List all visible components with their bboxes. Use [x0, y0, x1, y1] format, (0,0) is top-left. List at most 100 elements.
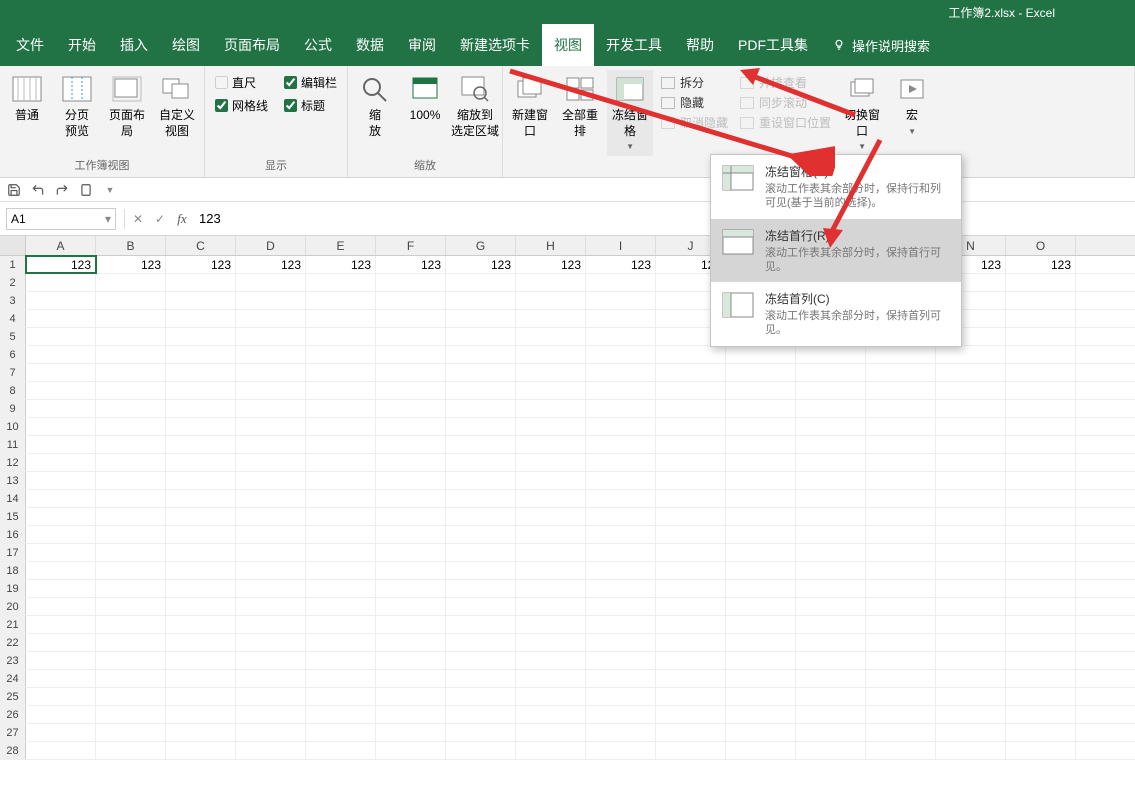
cell[interactable] — [96, 418, 166, 435]
cell[interactable] — [1006, 364, 1076, 381]
cell[interactable] — [726, 688, 796, 705]
cell[interactable] — [96, 580, 166, 597]
cell[interactable] — [376, 310, 446, 327]
row-header[interactable]: 27 — [0, 724, 26, 741]
cell[interactable] — [1006, 706, 1076, 723]
cell[interactable] — [376, 472, 446, 489]
column-header[interactable]: G — [446, 236, 516, 255]
cell[interactable] — [516, 688, 586, 705]
cell[interactable] — [1006, 652, 1076, 669]
cell[interactable] — [726, 742, 796, 759]
cell[interactable] — [306, 670, 376, 687]
cell[interactable] — [586, 346, 656, 363]
cell[interactable] — [936, 418, 1006, 435]
column-header[interactable]: F — [376, 236, 446, 255]
cell[interactable] — [516, 724, 586, 741]
cell[interactable] — [936, 616, 1006, 633]
cell[interactable]: 123 — [26, 256, 96, 273]
tab-new[interactable]: 新建选项卡 — [448, 24, 542, 66]
cell[interactable] — [236, 562, 306, 579]
row-header[interactable]: 1 — [0, 256, 26, 273]
arrange-all-button[interactable]: 全部重排 — [557, 70, 603, 142]
cell[interactable] — [446, 724, 516, 741]
tab-pdf[interactable]: PDF工具集 — [726, 24, 820, 66]
cell[interactable] — [866, 742, 936, 759]
freeze-first-col-item[interactable]: 冻结首列(C) 滚动工作表其余部分时，保持首列可见。 — [711, 282, 961, 346]
cell[interactable] — [236, 598, 306, 615]
cell[interactable] — [96, 598, 166, 615]
cell[interactable]: 123 — [1006, 256, 1076, 273]
cell[interactable] — [866, 346, 936, 363]
cell[interactable] — [516, 418, 586, 435]
cell[interactable] — [166, 490, 236, 507]
cell[interactable] — [26, 508, 96, 525]
cell[interactable] — [726, 526, 796, 543]
cell[interactable] — [446, 436, 516, 453]
row-header[interactable]: 11 — [0, 436, 26, 453]
cell[interactable] — [796, 418, 866, 435]
cell[interactable] — [1006, 436, 1076, 453]
cell[interactable] — [236, 706, 306, 723]
cell[interactable] — [96, 328, 166, 345]
row-header[interactable]: 6 — [0, 346, 26, 363]
cell[interactable] — [1006, 382, 1076, 399]
cell[interactable] — [1006, 418, 1076, 435]
cell[interactable] — [306, 454, 376, 471]
cell[interactable] — [306, 364, 376, 381]
cell[interactable] — [796, 724, 866, 741]
cell[interactable] — [936, 526, 1006, 543]
cell[interactable] — [936, 706, 1006, 723]
cell[interactable] — [446, 400, 516, 417]
cell[interactable] — [236, 526, 306, 543]
cell[interactable] — [236, 346, 306, 363]
cell[interactable] — [866, 580, 936, 597]
cell[interactable] — [516, 274, 586, 291]
row-header[interactable]: 15 — [0, 508, 26, 525]
cell[interactable] — [936, 454, 1006, 471]
cell[interactable] — [236, 544, 306, 561]
cell[interactable] — [236, 742, 306, 759]
cell[interactable] — [166, 598, 236, 615]
new-window-button[interactable]: 新建窗口 — [507, 70, 553, 142]
cell[interactable] — [376, 508, 446, 525]
cell[interactable] — [656, 706, 726, 723]
cell[interactable] — [446, 706, 516, 723]
cell[interactable] — [516, 310, 586, 327]
cell[interactable] — [726, 634, 796, 651]
cell[interactable] — [866, 544, 936, 561]
cell[interactable] — [1006, 616, 1076, 633]
cell[interactable] — [866, 616, 936, 633]
cell[interactable] — [96, 472, 166, 489]
cell[interactable] — [516, 652, 586, 669]
cell[interactable] — [656, 670, 726, 687]
reset-window-button[interactable]: 重设窗口位置 — [740, 114, 831, 131]
cell[interactable] — [796, 490, 866, 507]
cell[interactable] — [26, 688, 96, 705]
undo-icon[interactable] — [30, 182, 46, 198]
tab-help[interactable]: 帮助 — [674, 24, 726, 66]
tell-me-search[interactable]: 操作说明搜索 — [832, 36, 930, 55]
cell[interactable] — [1006, 670, 1076, 687]
row-header[interactable]: 22 — [0, 634, 26, 651]
cell[interactable] — [376, 688, 446, 705]
row-header[interactable]: 9 — [0, 400, 26, 417]
cell[interactable] — [96, 742, 166, 759]
cell[interactable] — [166, 508, 236, 525]
row-header[interactable]: 21 — [0, 616, 26, 633]
cell[interactable] — [166, 706, 236, 723]
cell[interactable] — [166, 742, 236, 759]
cell[interactable] — [26, 472, 96, 489]
cell[interactable] — [796, 670, 866, 687]
cell[interactable] — [586, 526, 656, 543]
cell[interactable] — [96, 706, 166, 723]
cell[interactable] — [656, 544, 726, 561]
cell[interactable] — [26, 454, 96, 471]
cell[interactable] — [936, 436, 1006, 453]
cell[interactable] — [306, 418, 376, 435]
row-header[interactable]: 16 — [0, 526, 26, 543]
cell[interactable] — [726, 364, 796, 381]
cell[interactable] — [96, 616, 166, 633]
cell[interactable] — [586, 688, 656, 705]
cell[interactable] — [936, 724, 1006, 741]
cancel-icon[interactable]: ✕ — [127, 212, 149, 226]
